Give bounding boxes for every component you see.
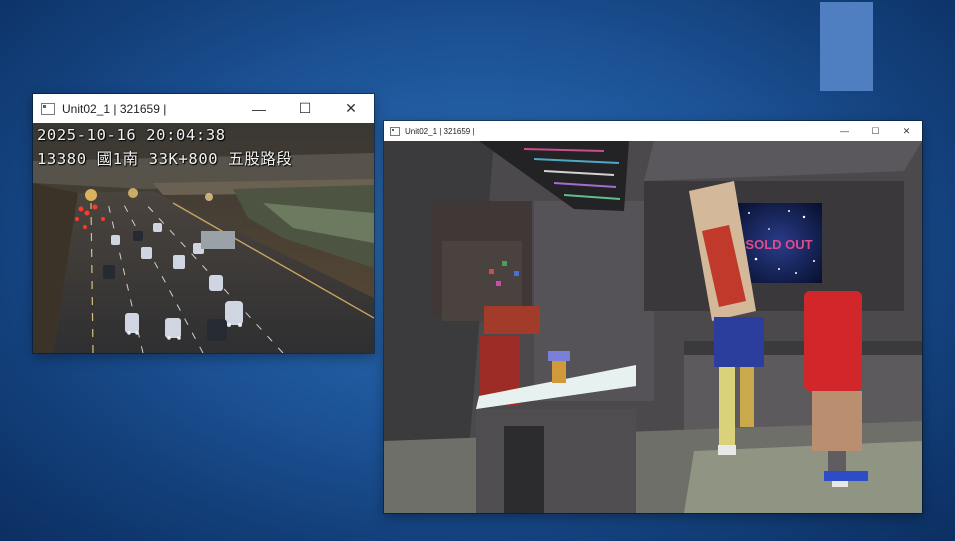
voxel-scene-image: SOLD OUT xyxy=(384,141,922,513)
traffic-camera-feed: 2025-10-16 20:04:38 13380 國1南 33K+800 五股… xyxy=(33,123,374,353)
minimize-button[interactable]: — xyxy=(829,121,860,141)
game-window-titlebar[interactable]: Unit02_1 | 321659 | — ☐ ✕ xyxy=(384,121,922,141)
game-window[interactable]: Unit02_1 | 321659 | — ☐ ✕ SOLD OUT xyxy=(384,121,922,513)
camera-window[interactable]: Unit02_1 | 321659 | — ☐ ✕ 2025-10-16 20:… xyxy=(33,94,374,353)
camera-window-titlebar[interactable]: Unit02_1 | 321659 | — ☐ ✕ xyxy=(33,94,374,123)
camera-location-label: 13380 國1南 33K+800 五股路段 xyxy=(37,150,293,168)
minimize-button[interactable]: — xyxy=(236,94,282,123)
close-button[interactable]: ✕ xyxy=(328,94,374,123)
app-icon xyxy=(41,102,55,115)
app-icon xyxy=(390,126,400,136)
maximize-button[interactable]: ☐ xyxy=(860,121,891,141)
game-viewport[interactable]: SOLD OUT xyxy=(384,141,922,513)
camera-window-title: Unit02_1 | 321659 | xyxy=(62,101,167,116)
accent-rectangle xyxy=(820,2,873,91)
sold-out-poster-text: SOLD OUT xyxy=(745,237,812,252)
close-button[interactable]: ✕ xyxy=(891,121,922,141)
game-window-title: Unit02_1 | 321659 | xyxy=(405,126,475,136)
maximize-button[interactable]: ☐ xyxy=(282,94,328,123)
camera-timestamp: 2025-10-16 20:04:38 xyxy=(37,126,226,144)
